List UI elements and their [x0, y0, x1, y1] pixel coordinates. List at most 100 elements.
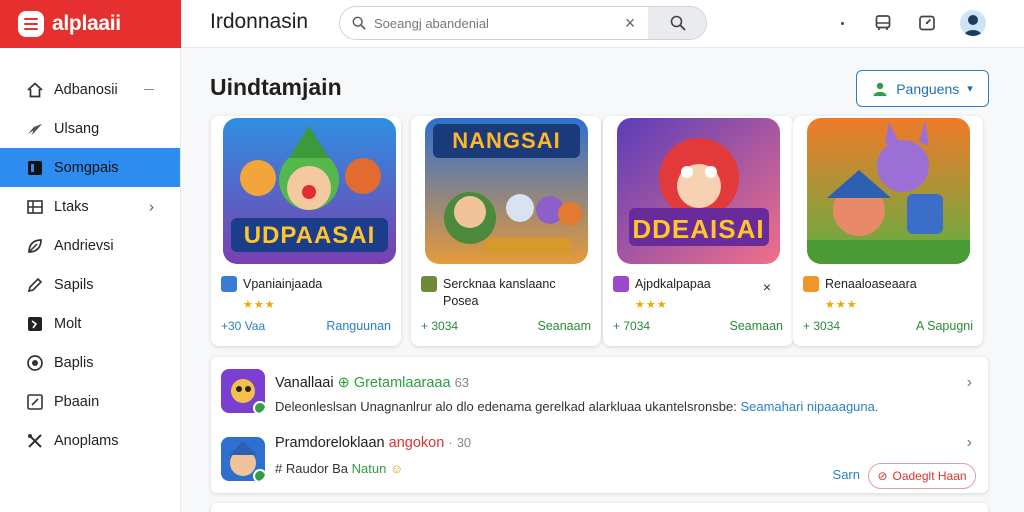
- sidebar-item-label: Andrievsi: [54, 237, 114, 254]
- feed-description-tag: Natun: [351, 461, 387, 476]
- feed-meta: 30: [456, 435, 472, 450]
- activity-feed: Vanallaai ⊕ Gretamlaaraaa 63 Deleonlesls…: [211, 357, 988, 493]
- hashtag-icon: #: [275, 461, 283, 476]
- card-title-row: Ajpdkalpapaa: [613, 276, 785, 293]
- search-submit-button[interactable]: [648, 7, 706, 39]
- game-card[interactable]: NANGSAI Sercknaa kanslaanc Posea + 3034 …: [411, 116, 601, 346]
- sidebar-item-label: Adbanosii: [54, 81, 118, 98]
- sidebar-item-label: Somgpais: [54, 159, 119, 176]
- sidebar-item-active[interactable]: Somgpais: [0, 148, 180, 187]
- card-link[interactable]: Seanaam: [537, 319, 591, 333]
- globe-icon: [26, 354, 44, 372]
- card-title-row: Vpaniainjaada: [221, 276, 393, 293]
- sidebar-item-label: Ltaks: [54, 198, 89, 215]
- card-title: Renaaloaseaara: [825, 277, 917, 291]
- card-stat: +30 Vaa: [221, 319, 266, 333]
- chevron-right-icon[interactable]: ›: [967, 434, 972, 452]
- follow-button[interactable]: Panguens ▾: [856, 70, 989, 107]
- sidebar-item-label: Pbaain: [54, 393, 100, 410]
- feed-highlight: angokon: [388, 435, 445, 451]
- user-icon: [873, 82, 887, 96]
- follow-button-label: Panguens: [896, 80, 960, 97]
- sidebar-item-label: Sapils: [54, 276, 94, 293]
- sidebar: Adbanosii Ulsang Somgpais Ltaks › Andrie…: [0, 48, 181, 512]
- bus-icon: [875, 15, 891, 30]
- queue-button[interactable]: [872, 11, 894, 35]
- home-icon: [26, 81, 44, 99]
- sidebar-item-sapils[interactable]: Sapils: [0, 265, 180, 304]
- card-link[interactable]: Ranguunan: [326, 319, 391, 333]
- sidebar-item-label: Baplis: [54, 354, 94, 371]
- edit-icon: [26, 276, 44, 294]
- game-card[interactable]: DDEAISAI Ajpdkalpapaa × ★★★ + 7034 Seama…: [603, 116, 793, 346]
- separator-dot: [841, 21, 844, 25]
- report-button[interactable]: ⊘ Oadeglt Haan: [868, 463, 976, 489]
- card-link[interactable]: A Sapugni: [916, 319, 973, 333]
- timer-icon: [919, 15, 935, 31]
- feed-meta-separator: ·: [448, 435, 453, 450]
- warning-icon: ⊘: [877, 469, 888, 483]
- search-input[interactable]: [374, 7, 614, 39]
- top-actions: [841, 10, 986, 36]
- card-stat: + 3034: [803, 319, 841, 333]
- chevron-right-icon: ›: [149, 198, 154, 215]
- top-bar: Irdonnasin ×: [181, 0, 1024, 48]
- item-dash: [144, 89, 154, 90]
- game-avatar: [221, 437, 265, 481]
- feed-item[interactable]: Vanallaai ⊕ Gretamlaaraaa 63 Deleonlesls…: [211, 357, 988, 425]
- game-thumbnail: DDEAISAI: [617, 118, 780, 264]
- sidebar-item-home[interactable]: Adbanosii: [0, 70, 180, 109]
- game-card[interactable]: Renaaloaseaara ★★★ + 3034 A Sapugni: [793, 116, 983, 346]
- send-icon: [26, 120, 44, 138]
- rating-stars: ★★★: [825, 299, 858, 311]
- sidebar-item-molt[interactable]: Molt: [0, 304, 180, 343]
- sidebar-item-send[interactable]: Ulsang: [0, 109, 180, 148]
- search-icon: [670, 15, 686, 31]
- emoji-icon: ☺: [389, 461, 404, 476]
- game-icon: [221, 276, 237, 292]
- feed-next-panel: [211, 503, 988, 512]
- notifications-button[interactable]: [916, 11, 938, 35]
- menu-icon: [18, 11, 44, 37]
- feed-title-text: Pramdoreloklaan: [275, 435, 385, 451]
- rating-stars: ★★★: [635, 299, 668, 311]
- chevron-right-icon[interactable]: ›: [967, 374, 972, 392]
- clear-search-icon[interactable]: ×: [622, 14, 638, 32]
- game-card[interactable]: UDPAASAI Vpaniainjaada ★★★ +30 Vaa Rangu…: [211, 116, 401, 346]
- grid-icon: [26, 198, 44, 216]
- sidebar-item-anoplams[interactable]: Anoplams: [0, 421, 180, 460]
- search-box: ×: [339, 6, 707, 40]
- page-title: Irdonnasin: [210, 10, 309, 33]
- brand-bar[interactable]: alplaaii: [0, 0, 181, 48]
- close-icon[interactable]: ×: [763, 279, 771, 295]
- sidebar-item-tasks[interactable]: Ltaks ›: [0, 187, 180, 226]
- sidebar-item-label: Anoplams: [54, 432, 119, 449]
- game-icon: [613, 276, 629, 292]
- feed-title: Vanallaai ⊕ Gretamlaaraaa 63: [275, 375, 469, 391]
- user-avatar[interactable]: [960, 10, 986, 36]
- card-banner: DDEAISAI: [632, 214, 765, 244]
- feed-description-text: Deleonleslsan Unagnanlrur alo dlo edenam…: [275, 399, 737, 414]
- sidebar-item-pbaain[interactable]: Pbaain: [0, 382, 180, 421]
- game-avatar: [221, 369, 265, 413]
- square-icon: [26, 159, 44, 177]
- card-link[interactable]: Seamaan: [729, 319, 783, 333]
- user-icon: [964, 15, 982, 36]
- sidebar-item-baplis[interactable]: Baplis: [0, 343, 180, 382]
- feed-action-link[interactable]: Sarn: [833, 467, 860, 482]
- game-icon: [803, 276, 819, 292]
- game-icon: [421, 276, 437, 292]
- leaf-icon: [26, 237, 44, 255]
- feed-title-text: Vanallaai: [275, 375, 334, 391]
- card-title-row: Renaaloaseaara: [803, 276, 975, 293]
- chevron-down-icon: ▾: [967, 83, 973, 95]
- feed-description-link[interactable]: Seamahari nipaaaguna.: [740, 399, 878, 414]
- game-thumbnail: UDPAASAI: [223, 118, 396, 264]
- feed-title: Pramdoreloklaan angokon · 30: [275, 435, 471, 451]
- feed-highlight: Gretamlaaraaa: [353, 375, 451, 391]
- card-title: Ajpdkalpapaa: [635, 277, 711, 291]
- card-title-row: Sercknaa kanslaanc Posea: [421, 276, 593, 310]
- plus-icon: ⊕: [337, 375, 350, 391]
- sidebar-item-label: Molt: [54, 315, 82, 332]
- sidebar-item-android[interactable]: Andrievsi: [0, 226, 180, 265]
